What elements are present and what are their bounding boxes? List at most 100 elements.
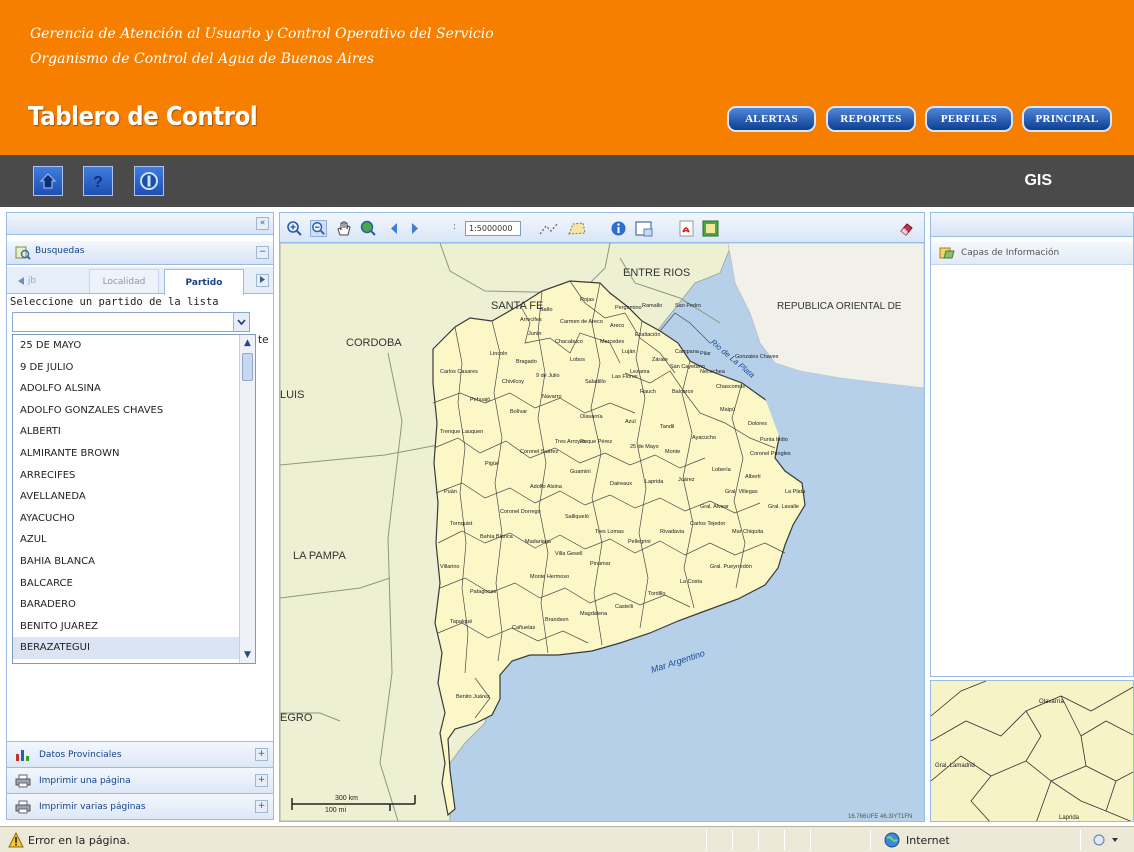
eraser-icon[interactable] (898, 220, 915, 237)
tab-localidad[interactable]: Localidad (89, 269, 159, 293)
partido-label: Brandsen (545, 617, 569, 623)
partido-label: Puán (444, 489, 457, 495)
datos-provinciales-label: Datos Provinciales (39, 750, 122, 760)
partido-option[interactable]: ALMIRANTE BROWN (13, 443, 239, 465)
partido-option[interactable]: ALBERTI (13, 421, 239, 443)
next-extent-icon[interactable] (406, 220, 423, 237)
zoom-level-icon[interactable] (1092, 833, 1122, 847)
partido-label: Saladillo (585, 379, 606, 385)
overview-label-laprida: Laprida (1059, 815, 1080, 821)
partido-option[interactable]: ADOLFO ALSINA (13, 378, 239, 400)
reportes-button[interactable]: REPORTES (826, 106, 916, 132)
minus-icon[interactable]: − (256, 246, 269, 259)
partido-label: 9 de Julio (536, 373, 560, 379)
search-icon (15, 246, 31, 260)
partido-option[interactable]: AZUL (13, 529, 239, 551)
expand-plus-icon[interactable]: + (255, 748, 268, 761)
select-box-icon[interactable] (634, 220, 654, 237)
expand-plus-icon[interactable]: + (255, 774, 268, 787)
partido-label: Rauch (640, 389, 656, 395)
collapse-left-icon[interactable]: « (256, 217, 269, 230)
svg-text:?: ? (93, 174, 103, 190)
partido-label: Trenque Lauquen (440, 429, 483, 435)
partido-option[interactable]: 9 DE JULIO (13, 357, 239, 379)
partido-option[interactable]: AYACUCHO (13, 508, 239, 530)
previous-extent-icon[interactable] (386, 220, 403, 237)
status-message[interactable]: Error en la página. (28, 834, 130, 847)
partido-label: Pinamar (590, 561, 611, 567)
measure-area-icon[interactable] (566, 220, 588, 237)
tab-partido[interactable]: Partido (164, 269, 244, 295)
partido-label: Carlos Casares (440, 369, 478, 375)
partido-label: Lincoln (490, 351, 507, 357)
partido-label: Lobería (712, 467, 732, 473)
full-extent-icon[interactable] (360, 220, 377, 237)
expand-plus-icon[interactable]: + (255, 800, 268, 813)
warning-icon[interactable] (8, 832, 24, 848)
partido-label: Azul (625, 419, 636, 425)
map-label-santa-fe: SANTA FE (491, 300, 543, 312)
partido-option[interactable]: BARADERO (13, 594, 239, 616)
principal-button[interactable]: PRINCIPAL (1022, 106, 1112, 132)
partido-option[interactable]: ARRECIFES (13, 465, 239, 487)
security-zone-label: Internet (906, 834, 950, 847)
tab-scroll-right-icon[interactable] (256, 274, 269, 287)
app-title: Tablero de Control (28, 102, 258, 132)
partido-label: Pigüé (485, 461, 499, 467)
chevron-down-icon[interactable] (233, 313, 249, 331)
partido-option[interactable]: BERAZATEGUI (13, 637, 239, 659)
identify-info-icon[interactable] (610, 220, 627, 237)
measure-line-icon[interactable] (538, 220, 560, 237)
partido-option[interactable]: ADOLFO GONZALES CHAVES (13, 400, 239, 422)
printer-icon (15, 800, 31, 814)
partido-label: Lezama (630, 369, 651, 375)
partido-label: Daireaux (610, 481, 632, 487)
partido-option[interactable]: BAHIA BLANCA (13, 551, 239, 573)
partido-option[interactable]: AVELLANEDA (13, 486, 239, 508)
scale-bar-top-label: 300 km (335, 795, 358, 802)
partido-label: Roque Pérez (580, 439, 612, 445)
partido-label: Carlos Tejedor (690, 521, 726, 527)
zoom-in-icon[interactable] (286, 220, 303, 237)
layers-icon (939, 247, 955, 259)
partido-label: La Costa (680, 579, 703, 585)
partido-label: Mercedes (600, 339, 624, 345)
info-button[interactable] (134, 166, 164, 196)
main-toolbar: ? GIS (0, 155, 1134, 207)
status-divider (758, 830, 759, 850)
pdf-export-icon[interactable] (678, 220, 695, 237)
partido-label: Coronel Pringles (750, 451, 791, 457)
partido-option[interactable]: BALCARCE (13, 573, 239, 595)
zoom-out-icon[interactable] (310, 220, 327, 237)
partido-option[interactable]: BENITO JUAREZ (13, 616, 239, 638)
perfiles-button[interactable]: PERFILES (925, 106, 1013, 132)
partido-select[interactable] (12, 312, 250, 332)
partido-dropdown-list[interactable]: 25 DE MAYO 9 DE JULIO ADOLFO ALSINA ADOLFO … (12, 334, 256, 664)
partido-option[interactable]: 25 DE MAYO (13, 335, 239, 357)
imprimir-una-item[interactable]: Imprimir una página + (7, 767, 273, 793)
scrollbar-thumb[interactable] (242, 353, 253, 381)
scroll-up-icon[interactable]: ▲ (240, 335, 255, 351)
partido-label: San Pedro (675, 303, 701, 309)
scale-input[interactable]: 1:5000000 (465, 221, 521, 236)
overview-label-olavarria: Olavarría (1039, 699, 1064, 705)
overview-map[interactable]: Olavarría Gral. Lamadrid Laprida (930, 680, 1134, 822)
imprimir-varias-item[interactable]: Imprimir varias páginas + (7, 793, 273, 819)
scroll-down-icon[interactable]: ▼ (240, 647, 255, 663)
datos-provinciales-item[interactable]: Datos Provinciales + (7, 741, 273, 767)
tab-scroll-left[interactable]: jb (11, 269, 41, 293)
alertas-button[interactable]: ALERTAS (727, 106, 816, 132)
map-label-la-pampa: LA PAMPA (293, 550, 346, 562)
dropdown-scrollbar[interactable]: ▲ ▼ (239, 335, 255, 663)
partido-label: Patagones (470, 589, 497, 595)
home-button[interactable] (33, 166, 63, 196)
pan-hand-icon[interactable] (335, 220, 352, 237)
partido-label: Tapalqué (450, 619, 472, 625)
status-divider (706, 830, 707, 850)
tab-partial-label: jb (27, 276, 37, 286)
layers-header[interactable]: Capas de Información (931, 241, 1133, 265)
image-export-icon[interactable] (702, 220, 719, 237)
map-canvas[interactable]: ENTRE RIOS SANTA FE CORDOBA LUIS LA PAMP… (280, 243, 924, 821)
help-button[interactable]: ? (83, 166, 113, 196)
scale-bar-bottom-label: 100 mi (325, 807, 346, 814)
